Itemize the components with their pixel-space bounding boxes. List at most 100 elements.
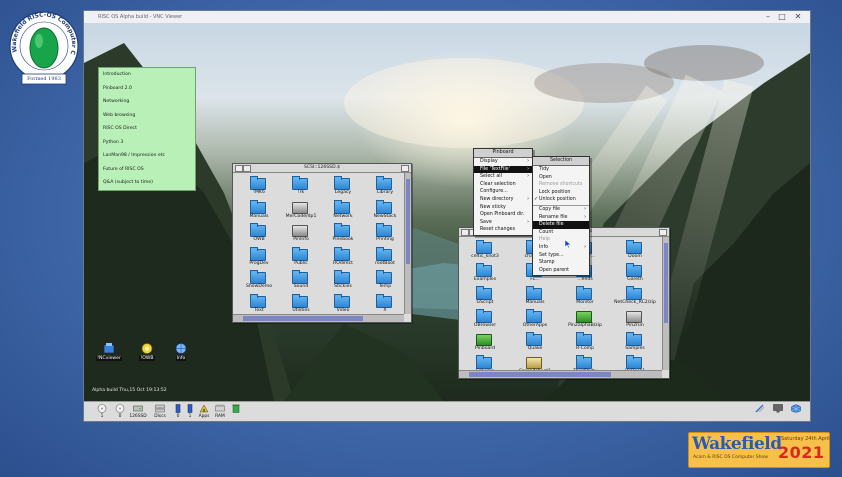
iconbar-recycle-bin[interactable] [226, 402, 246, 421]
menu-item-open-pinboard-dir[interactable]: Open Pinboard dir. [474, 211, 532, 219]
file-label: GScript [476, 300, 494, 305]
menu-item-new-directory[interactable]: New directory › [474, 196, 532, 204]
filer-window-titlebar[interactable]: SCSI::126SSD.$ [233, 164, 411, 173]
file-icon[interactable]: Pinboard [459, 334, 511, 354]
menu-item-label: New directory [480, 197, 514, 202]
menu-item-label: Set type... [539, 252, 564, 258]
desktop-icon-ncviewer[interactable]: !NCviewer [96, 343, 122, 363]
menu-item-open[interactable]: Open [533, 174, 589, 182]
globe-icon [175, 343, 187, 354]
iconbar-display[interactable] [768, 402, 788, 421]
menu-item-label: New sticky [480, 204, 506, 210]
iconbar-floppy-0[interactable]: 0 [110, 402, 130, 421]
file-icon[interactable]: NetCheck_RC2/zip [609, 286, 661, 308]
iconbar-floppy-1[interactable]: 1 [92, 402, 112, 421]
menu-item-tidy[interactable]: Tidy [533, 166, 589, 174]
file-label: FL... [530, 277, 540, 282]
menu-item-lock-position[interactable]: Lock position [533, 189, 589, 197]
menu-item-label: Save [480, 219, 492, 225]
file-icon[interactable]: Quake [509, 332, 561, 354]
file-icon[interactable]: OBrowser [459, 309, 511, 331]
scroll-thumb[interactable] [406, 179, 410, 264]
menu-item-configure[interactable]: Configure... [474, 188, 532, 196]
file-icon[interactable]: GScript [459, 286, 511, 308]
scroll-thumb[interactable] [664, 243, 668, 323]
menu-item-display[interactable]: Display › [474, 158, 532, 166]
wakefield-title: Wakefield [692, 434, 782, 454]
desktop-icon-info[interactable]: Info [168, 343, 194, 363]
folder-icon [376, 223, 392, 237]
file-icon[interactable]: Examples [459, 263, 511, 285]
topic-item: Pinboard 2.0 [103, 85, 132, 91]
file-icon[interactable]: Samples [609, 332, 661, 354]
club-logo [9, 11, 79, 85]
close-window-button[interactable] [243, 165, 251, 172]
close-button[interactable]: ✕ [792, 11, 804, 23]
topics-sticky-note[interactable]: Introduction Pinboard 2.0 Networking Web… [98, 67, 196, 191]
file-icon[interactable]: celtic_knot3 [459, 240, 511, 262]
menu-item-count[interactable]: Count [533, 229, 589, 237]
menu-item-select-all[interactable]: Select all › [474, 173, 532, 181]
scroll-thumb[interactable] [469, 372, 612, 377]
filer-window-scsi[interactable]: SCSI::126SSD.$ !MK6 !rk Legacy Library Manua… [232, 163, 412, 323]
file-icon[interactable]: Pin2run [609, 311, 661, 331]
file-icon[interactable]: Gareth [609, 263, 661, 285]
pinboard-menu[interactable]: Pinboard Display › File 'TextFile' › Select … [473, 148, 533, 236]
vnc-title-text: RISC OS Alpha build - VNC Viewer [98, 14, 183, 20]
folder-icon [376, 176, 392, 190]
menu-item-set-type[interactable]: Set type... [533, 252, 589, 260]
wakefield-subtitle: Acorn & RISC OS Computer Show [693, 455, 768, 460]
risc-os-desktop[interactable]: Introduction Pinboard 2.0 Networking Web… [84, 23, 810, 401]
menu-item-unlock-position[interactable]: Unlock position ✓ [533, 196, 589, 204]
file-icon[interactable]: Manuals [509, 286, 561, 308]
menu-item-file-textfile[interactable]: File 'TextFile' › [474, 165, 532, 174]
selection-submenu[interactable]: Selection Tidy Open Remove shortcuts Lock p… [532, 156, 590, 276]
menu-item-delete-file[interactable]: Delete file [533, 221, 589, 229]
folder-icon [250, 293, 266, 308]
menu-item-stamp[interactable]: Stamp [533, 259, 589, 267]
maximize-button[interactable]: □ [776, 11, 788, 23]
wakefield-date: Saturday 24th April [781, 436, 830, 442]
file-icon[interactable]: Monitor [559, 286, 611, 308]
menu-item-help[interactable]: Help [533, 236, 589, 244]
file-icon[interactable]: Doom [609, 240, 661, 262]
vertical-scrollbar[interactable] [404, 173, 411, 314]
toggle-size-button[interactable] [659, 229, 667, 236]
scroll-thumb[interactable] [243, 316, 363, 321]
folder-icon [292, 270, 308, 284]
back-button[interactable] [235, 165, 243, 172]
menu-item-remove-shortcuts[interactable]: Remove shortcuts [533, 181, 589, 189]
desktop-icon-label: !OWB [139, 356, 155, 361]
toggle-size-button[interactable] [401, 165, 409, 172]
mouse-pointer-icon [565, 240, 571, 248]
horizontal-scrollbar[interactable] [233, 314, 404, 322]
menu-item-open-parent[interactable]: Open parent [533, 267, 589, 275]
back-button[interactable] [461, 229, 469, 236]
network-tools-icon [755, 404, 765, 413]
iconbar-network-tools[interactable] [750, 402, 770, 421]
menu-item-save[interactable]: Save › [474, 219, 532, 227]
menu-item-rename-file[interactable]: Rename file › [533, 214, 589, 222]
application-icon [292, 201, 308, 214]
desktop-icon-owb[interactable]: !OWB [134, 343, 160, 363]
file-icon[interactable]: Pin2alphaB/zip [559, 311, 611, 331]
menu-item-copy-file[interactable]: Copy file › [533, 206, 589, 214]
application-icon [292, 225, 308, 237]
folder-icon [376, 246, 392, 261]
file-label: ...ends [577, 277, 593, 282]
horizontal-scrollbar[interactable] [459, 370, 662, 378]
iconbar-risc-os[interactable] [786, 402, 806, 421]
menu-item-clear-selection[interactable]: Clear selection [474, 181, 532, 189]
menu-item-label: File 'TextFile' [480, 166, 510, 172]
menu-item-info[interactable]: Info › [533, 244, 589, 252]
minimize-button[interactable]: – [762, 11, 774, 23]
menu-item-label: Help [539, 237, 550, 243]
iconbar-hard-disc[interactable]: 126SSD [128, 402, 148, 421]
vertical-scrollbar[interactable] [662, 237, 669, 370]
file-icon[interactable]: OtherApps [509, 309, 561, 331]
alpha-build-status: Alpha build Thu,15 Oct 19:13:52 [92, 388, 167, 393]
menu-item-reset-changes[interactable]: Reset changes [474, 226, 532, 234]
menu-item-new-sticky[interactable]: New sticky [474, 204, 532, 212]
iconbar-discs[interactable]: Discs [150, 402, 170, 421]
file-icon[interactable]: R-Comp [559, 332, 611, 354]
